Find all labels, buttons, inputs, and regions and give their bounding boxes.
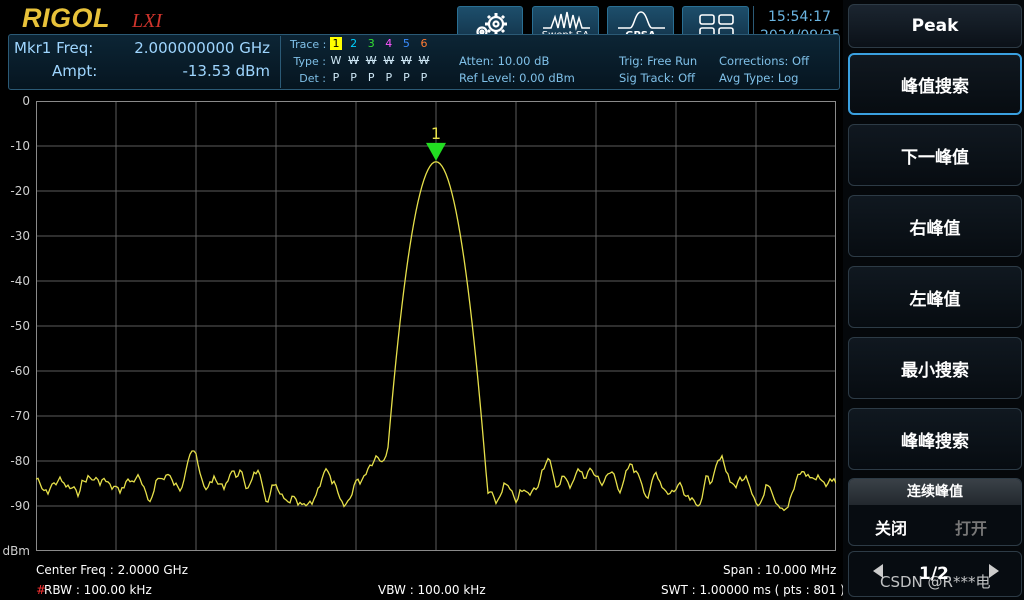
trace-det-1: P [332, 71, 340, 84]
continuous-peak-off[interactable]: 关闭 [875, 515, 907, 539]
rigol-logo: RIGOL [22, 3, 110, 33]
peak-right-button[interactable]: 右峰值 [848, 195, 1022, 257]
y-tick-label: -10 [10, 139, 30, 153]
menu-title: Peak [848, 4, 1022, 48]
y-tick-label: -40 [10, 274, 30, 288]
type-label: Type : [293, 55, 326, 68]
y-tick-label: -90 [10, 499, 30, 513]
trace-number-1[interactable]: 1 [330, 37, 342, 50]
continuous-peak-on[interactable]: 打开 [955, 515, 987, 539]
y-tick-label: -30 [10, 229, 30, 243]
trace-type-3: W [365, 54, 377, 67]
vbw[interactable]: VBW : 100.00 kHz [378, 583, 486, 597]
trace-number-4[interactable]: 4 [383, 37, 395, 50]
rbw[interactable]: RBW : 100.00 kHz [44, 583, 152, 597]
trace-number-6[interactable]: 6 [418, 37, 430, 50]
det-label: Det : [299, 72, 326, 85]
gpsa-icon [618, 11, 665, 29]
trace-det-4: P [385, 71, 393, 84]
trace-number-5[interactable]: 5 [400, 37, 412, 50]
marker-freq-value[interactable]: 2.000000000 GHz [110, 39, 270, 57]
lxi-logo: LXI [132, 10, 162, 32]
span[interactable]: Span : 10.000 MHz [723, 563, 836, 577]
marker-freq-label: Mkr1 Freq: [14, 39, 94, 57]
y-tick-label: -60 [10, 364, 30, 378]
trace-type-6: W [418, 54, 430, 67]
trace-label: Trace : [290, 38, 327, 51]
trace-type-2: W [348, 54, 360, 67]
ref-level-text: Ref Level: 0.00 dBm [459, 71, 575, 85]
trace-number-3[interactable]: 3 [365, 37, 377, 50]
trace-det-2: P [350, 71, 357, 84]
y-tick-label: -20 [10, 184, 30, 198]
y-tick-label: -70 [10, 409, 30, 423]
spectrum-plot[interactable]: 1 [36, 101, 836, 551]
trig-text: Trig: Free Run [619, 54, 698, 68]
swept-sa-icon [543, 11, 590, 31]
center-freq[interactable]: Center Freq : 2.0000 GHz [36, 563, 188, 577]
y-tick-label: -50 [10, 319, 30, 333]
trace-type-1: W [330, 54, 342, 67]
watermark: CSDN @R***电 [880, 573, 991, 591]
peak-search-button[interactable]: 峰值搜索 [848, 53, 1022, 115]
avg-type-text: Avg Type: Log [719, 71, 799, 85]
corrections-text: Corrections: Off [719, 54, 809, 68]
y-tick-label: -80 [10, 454, 30, 468]
trace-type-4: W [383, 54, 395, 67]
trace-number-2[interactable]: 2 [348, 37, 360, 50]
y-tick-label: 0 [22, 94, 30, 108]
info-divider [280, 36, 281, 88]
marker-ampt-label: Ampt: [52, 62, 98, 80]
continuous-peak-toggle[interactable]: 连续峰值 关闭 打开 [848, 478, 1022, 546]
min-search-button[interactable]: 最小搜索 [848, 337, 1022, 399]
trace-det-3: P [367, 71, 375, 84]
time: 15:54:17 [768, 9, 831, 25]
peak-left-button[interactable]: 左峰值 [848, 266, 1022, 328]
atten-text: Atten: 10.00 dB [459, 54, 550, 68]
trace-det-6: P [420, 71, 428, 84]
marker-1-label: 1 [431, 124, 441, 143]
marker-ampt-value: -13.53 dBm [182, 62, 270, 80]
next-peak-button[interactable]: 下一峰值 [848, 124, 1022, 186]
trace-type-5: W [400, 54, 412, 67]
y-unit-label: dBm [2, 544, 30, 558]
trace-det-5: P [403, 71, 410, 84]
peak-peak-search-button[interactable]: 峰峰搜索 [848, 408, 1022, 470]
sig-track-text: Sig Track: Off [619, 71, 696, 85]
swt[interactable]: SWT : 1.00000 ms ( pts : 801 ) [661, 583, 845, 597]
next-page-icon[interactable] [989, 564, 999, 578]
continuous-peak-title: 连续峰值 [849, 479, 1021, 505]
